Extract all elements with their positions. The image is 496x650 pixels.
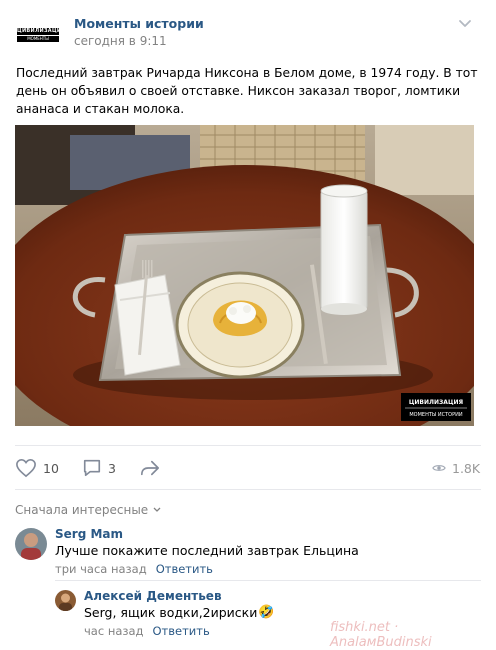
comment-author[interactable]: Serg Mam [55, 527, 123, 541]
comment-time[interactable]: три часа назад [55, 562, 147, 576]
post-timestamp[interactable]: сегодня в 9:11 [74, 34, 167, 48]
logo-line-2: МОМЕНТЫ ИСТОРИИ [17, 36, 59, 47]
comments-count: 3 [108, 460, 116, 476]
comment-button[interactable]: 3 [82, 456, 116, 480]
watermark: fishki.net · AnalaмBudinski [330, 620, 432, 650]
comment-icon [83, 459, 101, 477]
views-count: 1.8K [452, 460, 481, 476]
rofl-emoji-icon: 🤣 [258, 605, 275, 620]
reply-text: Serg, ящик водки,2ириски [84, 605, 258, 620]
avatar-image [15, 528, 47, 560]
likes-count: 10 [43, 460, 59, 476]
reply-author[interactable]: Алексей Дементьев [84, 589, 222, 603]
divider [15, 445, 481, 446]
breakfast-tray-image: ЦИВИЛИЗАЦИЯ МОМЕНТЫ ИСТОРИИ [15, 125, 474, 426]
share-icon [141, 460, 159, 476]
post-text: Последний завтрак Ричарда Никсона в Бело… [16, 66, 478, 116]
reply-time[interactable]: час назад [84, 624, 144, 638]
eye-icon [432, 465, 446, 471]
avatar[interactable] [55, 590, 76, 611]
share-button[interactable] [139, 456, 161, 480]
reply-button[interactable]: Ответить [156, 562, 213, 576]
divider [15, 489, 481, 490]
like-button[interactable]: 10 [15, 456, 59, 480]
comment-meta: три часа назад Ответить [55, 562, 213, 576]
logo-line-1: ЦИВИЛИЗАЦИЯ [17, 28, 66, 35]
group-name-link[interactable]: Моменты истории [74, 16, 204, 31]
photo-watermark-line-1: ЦИВИЛИЗАЦИЯ [409, 399, 464, 406]
comment-text: Лучше покажите последний завтрак Ельцина [55, 543, 359, 558]
avatar[interactable] [15, 528, 47, 560]
views-counter: 1.8K [432, 459, 480, 477]
comments-sort-dropdown[interactable]: Сначала интересные [15, 503, 162, 517]
avatar-image [55, 590, 76, 611]
post-photo[interactable]: ЦИВИЛИЗАЦИЯ МОМЕНТЫ ИСТОРИИ [15, 125, 474, 426]
divider [55, 580, 481, 581]
chevron-down-icon [153, 507, 161, 512]
photo-watermark-line-2: МОМЕНТЫ ИСТОРИИ [409, 412, 463, 418]
chevron-down-icon[interactable] [458, 16, 472, 30]
reply-text-row: Serg, ящик водки,2ириски 🤣 [84, 605, 275, 620]
reply-meta: час назад Ответить [84, 624, 210, 638]
reply-button[interactable]: Ответить [153, 624, 210, 638]
sort-label: Сначала интересные [15, 503, 149, 517]
heart-icon [16, 458, 36, 478]
group-avatar-logo[interactable]: ЦИВИЛИЗАЦИЯ МОМЕНТЫ ИСТОРИИ [17, 24, 66, 47]
